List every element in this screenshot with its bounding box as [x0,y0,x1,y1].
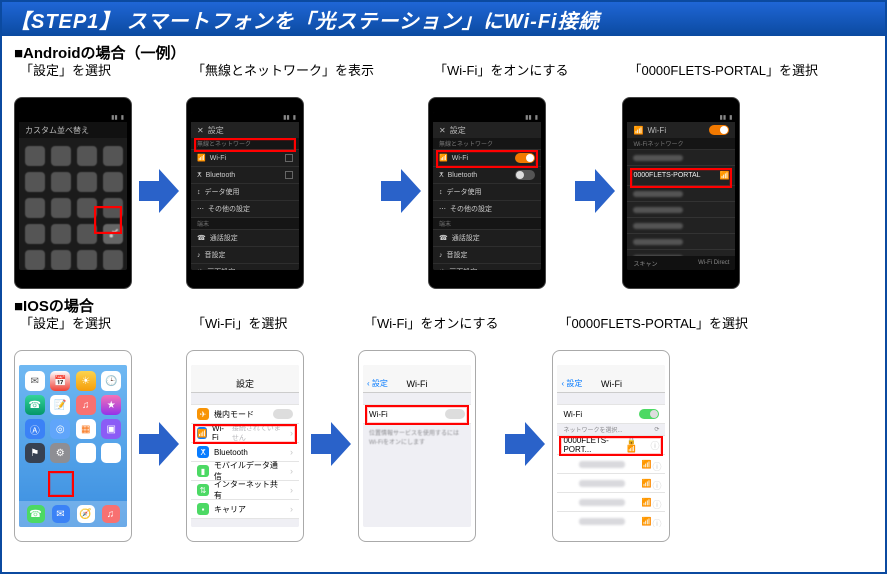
back-button[interactable]: ‹ 設定 [367,378,388,389]
bluetooth-icon: ⵅ [197,171,202,179]
ios-home-grid: ✉︎📅☀︎🕒 ☎︎📝♫★ Ⓐ◎▦▣ ⚑⚙︎ [19,365,127,463]
android-phone-3: ▮▮▮ ✕設定 無線とネットワーク 📶Wi-Fi ⵅBluetooth ↕データ… [428,97,546,289]
ios-row: 「設定」を選択 ✉︎📅☀︎🕒 ☎︎📝♫★ Ⓐ◎▦▣ ⚑⚙︎ ☎︎✉︎🧭♫ [14,316,873,542]
highlight-ios-settings [48,471,74,497]
android-step4-caption: 「0000FLETS-PORTAL」を選択 [622,63,818,95]
ios-dock: ☎︎✉︎🧭♫ [19,501,127,527]
android-step3-caption: 「Wi-Fi」をオンにする [428,63,568,95]
ios-phone-2: 設定 ✈︎機内モード 📶Wi-Fi接続されていません› ⵅBluetooth› … [186,350,304,542]
bluetooth-row[interactable]: ⵅBluetooth [191,167,299,184]
scan-button[interactable]: スキャン [633,259,657,268]
back-button[interactable]: ‹ 設定 [561,378,582,389]
android-row: 「設定」を選択 ▮▮▮ カスタム並べ替え [14,63,873,289]
instruction-card: 【STEP1】 スマートフォンを「光ステーション」にWi-Fi接続 ■Andro… [0,0,887,574]
wifi-footer: スキャン Wi-Fi Direct [627,256,735,270]
highlight-ios-wifi-toggle [365,405,469,425]
settings-header: 設定 [450,125,466,136]
ios-step1-caption: 「設定」を選択 [14,316,111,348]
highlight-ios-wifi-row [193,424,297,444]
ios-wifi-header: ‹ 設定Wi-Fi [363,375,471,393]
wifi-row[interactable]: 📶Wi-Fi [191,150,299,167]
choose-network-label: ネットワークを選択... [563,425,622,434]
settings-header: ✕設定 [191,122,299,138]
android-step1-caption: 「設定」を選択 [14,63,111,95]
ios-step3-caption: 「Wi-Fi」をオンにする [358,316,498,348]
android-step2-caption: 「無線とネットワーク」を表示 [186,63,374,95]
bluetooth-icon: ⵅ [197,446,209,458]
arrow-icon [304,348,358,540]
highlight-wifi-toggle [436,150,538,168]
ios-phone-1: ✉︎📅☀︎🕒 ☎︎📝♫★ Ⓐ◎▦▣ ⚑⚙︎ ☎︎✉︎🧭♫ [14,350,132,542]
arrow-icon [498,348,552,540]
wifi-icon: 📶 [633,126,643,135]
app-grid [19,138,127,270]
android-phone-2: ▮▮▮ ✕設定 無線とネットワーク 📶Wi-Fi ⵅBluetooth ↕データ… [186,97,304,289]
gear-icon: ✕ [197,126,204,135]
airplane-icon: ✈︎ [197,408,209,420]
ios-step4-caption: 「0000FLETS-PORTAL」を選択 [552,316,748,348]
app-drawer-header: カスタム並べ替え [25,125,89,136]
wifi-direct-button[interactable]: Wi-Fi Direct [698,260,729,266]
android-phone-4: ▮▮▮ 📶Wi-Fi Wi-Fiネットワーク 0000FLETS-PORTAL📶… [622,97,740,289]
ios-heading: ■IOSの場合 [14,295,873,316]
step-title: 【STEP1】 スマートフォンを「光ステーション」にWi-Fi接続 [2,2,885,36]
wifi-networks-label: Wi-Fiネットワーク [633,139,683,148]
wifi-icon: 📶 [197,154,206,162]
arrow-icon [132,348,186,540]
highlight-ios-target-network [559,436,663,456]
ios-wifi-toggle-on[interactable] [639,409,659,419]
wifi-header-toggle[interactable] [709,125,729,135]
highlight-settings-app [94,206,122,234]
more-settings-row[interactable]: ⋯その他の設定 [191,201,299,218]
arrow-icon [132,95,186,287]
arrow-icon [374,95,428,287]
android-heading: ■Androidの場合（一例） [14,42,873,63]
wifi-header: 📶Wi-Fi [627,122,735,138]
ios-step2-caption: 「Wi-Fi」を選択 [186,316,287,348]
ios-phone-3: ‹ 設定Wi-Fi Wi-Fi 位置情報サービスを使用するにはWi-Fiをオンに… [358,350,476,542]
arrow-icon [568,95,622,287]
highlight-wireless-category [194,138,296,152]
ios-settings-header: 設定 [191,375,299,393]
ios-wifi-header: Wi-Fi [601,379,622,389]
ios-phone-4: ‹ 設定Wi-Fi Wi-Fi ネットワークを選択...⟳ 0000FLETS-… [552,350,670,542]
ios-settings-app[interactable]: ⚙︎ [50,443,70,463]
android-phone-1: ▮▮▮ カスタム並べ替え [14,97,132,289]
highlight-target-network [630,168,732,188]
data-usage-row[interactable]: ↕データ使用 [191,184,299,201]
